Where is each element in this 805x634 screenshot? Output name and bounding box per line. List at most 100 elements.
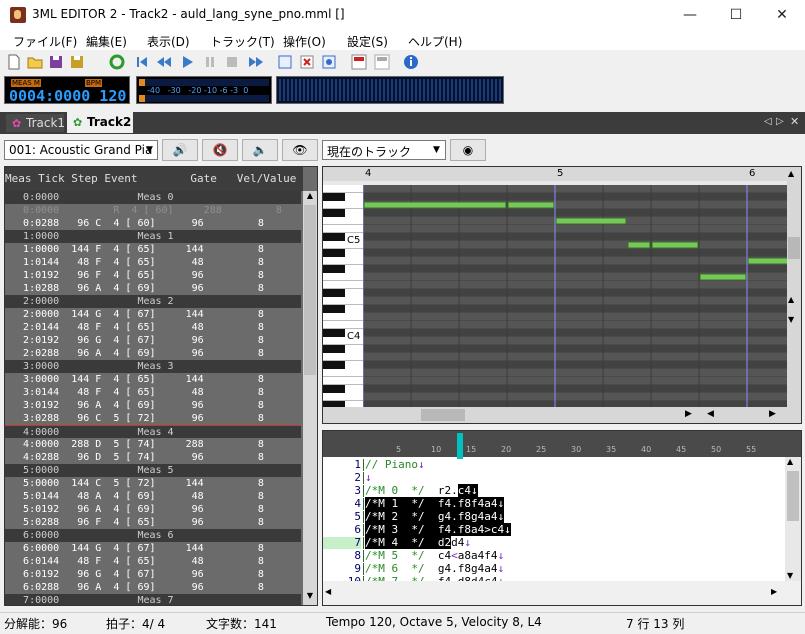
- event-row[interactable]: 1:0288 96 A 4 [ 69] 96 8: [5, 282, 301, 295]
- pause-icon[interactable]: [201, 53, 219, 71]
- save-as-icon[interactable]: [68, 53, 86, 71]
- scroll-thumb[interactable]: [421, 409, 465, 421]
- black-key[interactable]: [323, 305, 345, 313]
- event-row[interactable]: 3:0288 96 C 5 [ 72] 96 8: [5, 412, 301, 425]
- code-line[interactable]: 6 /*M 3 */ f4.f8a4>c4↓: [323, 523, 783, 536]
- black-key[interactable]: [323, 289, 345, 297]
- scroll-right-icon[interactable]: ▶: [771, 587, 777, 596]
- track-settings-icon[interactable]: [320, 53, 338, 71]
- measure-row[interactable]: 3:0000 Meas 3: [5, 360, 301, 373]
- scroll-down-icon[interactable]: ▼: [304, 591, 316, 605]
- black-key[interactable]: [323, 193, 345, 201]
- code-line[interactable]: 7 /*M 4 */ d2d4↓: [323, 536, 783, 549]
- play-icon[interactable]: [178, 53, 196, 71]
- close-button[interactable]: ✕: [759, 0, 805, 30]
- save-icon[interactable]: [47, 53, 65, 71]
- maximize-button[interactable]: ☐: [713, 0, 759, 30]
- event-row[interactable]: 0:0000 R 4 [ 60] 288 8: [5, 204, 301, 217]
- event-row[interactable]: 3:0192 96 A 4 [ 69] 96 8: [5, 399, 301, 412]
- scroll-right-icon[interactable]: ▶: [685, 409, 692, 419]
- event-row[interactable]: 1:0000 144 F 4 [ 65] 144 8: [5, 243, 301, 256]
- event-row[interactable]: 1:0192 96 F 4 [ 65] 96 8: [5, 269, 301, 282]
- black-key[interactable]: [323, 209, 345, 217]
- speaker-button[interactable]: 🔊: [162, 139, 198, 161]
- stop-icon[interactable]: [223, 53, 241, 71]
- zoom-out-icon[interactable]: ◀: [707, 409, 714, 419]
- event-row[interactable]: 6:0144 48 F 4 [ 65] 48 8: [5, 555, 301, 568]
- event-list-scrollbar[interactable]: ▲ ▼: [303, 191, 317, 605]
- minimize-button[interactable]: —: [667, 0, 713, 30]
- mml-vscroll[interactable]: ▲ ▼: [785, 457, 801, 581]
- event-row[interactable]: 2:0144 48 F 4 [ 65] 48 8: [5, 321, 301, 334]
- event-row[interactable]: 2:0192 96 G 4 [ 67] 96 8: [5, 334, 301, 347]
- black-key[interactable]: [323, 385, 345, 393]
- code-line[interactable]: 1 // Piano↓: [323, 459, 783, 471]
- black-key[interactable]: [323, 265, 345, 273]
- mml-export-icon[interactable]: [350, 53, 368, 71]
- menu-view[interactable]: 表示(D): [147, 33, 190, 50]
- code-line[interactable]: 4 /*M 1 */ f4.f8f4a4↓: [323, 497, 783, 510]
- instrument-select[interactable]: 001: Acoustic Grand Pia: [4, 140, 158, 160]
- event-list[interactable]: Meas Tick Step Event Gate Vel/Value 0:00…: [4, 166, 318, 606]
- menu-settings[interactable]: 設定(S): [347, 33, 388, 50]
- event-row[interactable]: 5:0144 48 A 4 [ 69] 48 8: [5, 490, 301, 503]
- piano-keyboard[interactable]: [323, 185, 363, 409]
- event-row[interactable]: 6:0288 96 A 4 [ 69] 96 8: [5, 581, 301, 594]
- event-row[interactable]: 5:0288 96 F 4 [ 65] 96 8: [5, 516, 301, 529]
- pianoroll-hscroll[interactable]: ▶ ◀ ▶: [323, 407, 801, 423]
- black-key[interactable]: [323, 233, 345, 241]
- note-block[interactable]: [747, 257, 787, 265]
- measure-row[interactable]: 1:0000 Meas 1: [5, 230, 301, 243]
- event-row[interactable]: 5:0192 96 A 4 [ 69] 96 8: [5, 503, 301, 516]
- measure-row[interactable]: 4:0000 Meas 4: [5, 425, 301, 438]
- black-key[interactable]: [323, 345, 345, 353]
- scroll-down-icon[interactable]: ▼: [787, 571, 793, 580]
- zoom-in-icon[interactable]: ▶: [769, 409, 776, 419]
- measure-row[interactable]: 0:0000 Meas 0: [5, 191, 301, 204]
- scroll-up-icon[interactable]: ▲: [304, 191, 316, 205]
- tab-track2[interactable]: ✿ Track2: [67, 112, 133, 133]
- scroll-up-icon[interactable]: ▲: [788, 169, 794, 178]
- zoom-out-icon[interactable]: ▼: [788, 315, 794, 324]
- delete-track-icon[interactable]: [298, 53, 316, 71]
- mml-import-icon[interactable]: [373, 53, 391, 71]
- note-block[interactable]: [363, 201, 507, 209]
- rewind-start-icon[interactable]: [133, 53, 151, 71]
- mml-editor[interactable]: 5 10 15 20 25 30 35 40 45 50 55 1// Piano↓ 2 ↓ 3/*M 0…: [322, 430, 802, 606]
- tab-track1[interactable]: ✿ Track1: [6, 114, 65, 132]
- event-row[interactable]: 2:0288 96 A 4 [ 69] 96 8: [5, 347, 301, 360]
- zoom-in-icon[interactable]: ▲: [788, 295, 794, 304]
- code-line[interactable]: 5 /*M 2 */ g4.f8g4a4↓: [323, 510, 783, 523]
- note-grid[interactable]: [363, 185, 787, 407]
- code-line[interactable]: 9 /*M 6 */ g4.f8g4a4↓: [323, 563, 783, 575]
- measure-row[interactable]: 6:0000 Meas 6: [5, 529, 301, 542]
- rewind-icon[interactable]: [155, 53, 173, 71]
- code-line[interactable]: 3 /*M 0 */ r2.c4↓: [323, 484, 783, 497]
- note-block[interactable]: [699, 273, 747, 281]
- scroll-thumb[interactable]: [304, 205, 316, 375]
- chevron-down-icon[interactable]: ▼: [429, 141, 444, 159]
- visibility-toggle-button[interactable]: 👁: [282, 139, 318, 161]
- black-key[interactable]: [323, 361, 345, 369]
- measure-row[interactable]: 5:0000 Meas 5: [5, 464, 301, 477]
- event-row[interactable]: 2:0000 144 G 4 [ 67] 144 8: [5, 308, 301, 321]
- scroll-thumb[interactable]: [788, 237, 800, 259]
- menu-help[interactable]: ヘルプ(H): [408, 33, 462, 50]
- pianoroll-vscroll[interactable]: ▲ ▲ ▼: [787, 167, 801, 407]
- event-row[interactable]: 4:0288 96 D 5 [ 74] 96 8: [5, 451, 301, 464]
- scroll-left-icon[interactable]: ◀: [325, 587, 331, 596]
- mute-button[interactable]: 🔇: [202, 139, 238, 161]
- menu-operation[interactable]: 操作(O): [283, 33, 326, 50]
- note-block[interactable]: [507, 201, 555, 209]
- note-block[interactable]: [555, 217, 627, 225]
- event-row[interactable]: 5:0000 144 C 5 [ 72] 144 8: [5, 477, 301, 490]
- menu-file[interactable]: ファイル(F): [13, 33, 77, 50]
- event-row[interactable]: 4:0000 288 D 5 [ 74] 288 8: [5, 438, 301, 451]
- refresh-icon[interactable]: [108, 53, 126, 71]
- solo-button[interactable]: 🔈: [242, 139, 278, 161]
- preview-button[interactable]: ◉: [450, 139, 486, 161]
- tab-close-icon[interactable]: ✕: [790, 115, 799, 128]
- code-line[interactable]: 2 ↓: [323, 472, 783, 484]
- chevron-down-icon[interactable]: ▼: [142, 141, 157, 159]
- note-block[interactable]: [651, 241, 699, 249]
